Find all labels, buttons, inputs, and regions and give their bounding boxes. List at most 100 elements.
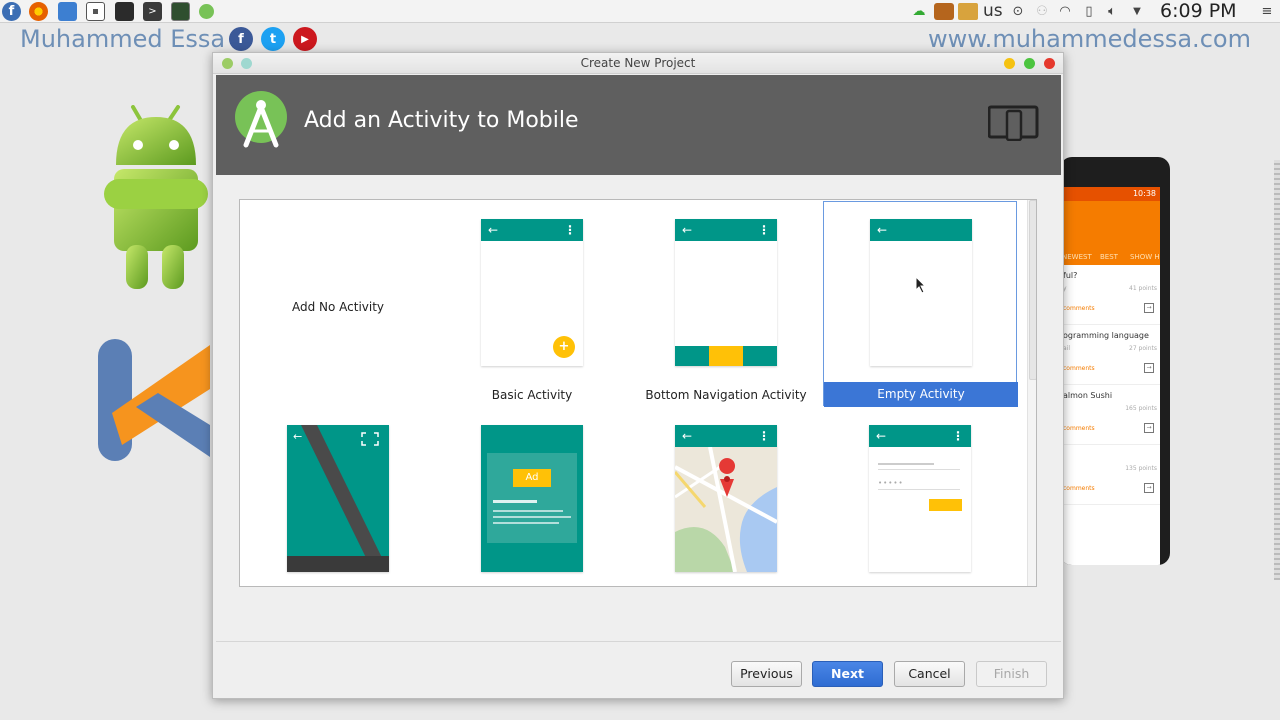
android-studio-icon[interactable] (199, 4, 214, 19)
share-icon: → (1144, 303, 1154, 313)
terminal-prompt-icon[interactable]: > (143, 2, 162, 21)
chevron-down-icon[interactable]: ▼ (1130, 3, 1144, 20)
back-arrow-icon: ← (682, 429, 693, 443)
activity-thumbnail: ← ⋮ + (481, 219, 583, 366)
tile-ad-activity[interactable]: Ad (435, 408, 629, 586)
tile-login-activity[interactable]: ← ⋮ ••••• (823, 408, 1017, 586)
cloud-sync-icon[interactable]: ☁ (910, 3, 928, 20)
system-monitor-icon[interactable] (171, 2, 190, 21)
facebook-icon: f (229, 27, 253, 51)
tile-add-no-activity[interactable]: Add No Activity (241, 202, 435, 407)
back-arrow-icon: ← (876, 429, 887, 443)
next-button[interactable]: Next (812, 661, 883, 687)
maximize-button[interactable] (1024, 58, 1035, 69)
android-mascot-image (104, 105, 208, 289)
footer-divider (216, 641, 1061, 642)
create-project-dialog: Create New Project Add an Activity to Mo… (212, 52, 1064, 699)
ad-badge: Ad (513, 469, 551, 487)
phone-screen: 10:38 NEWEST BEST SHOW H ful? y 41 point… (1060, 187, 1160, 565)
previous-button[interactable]: Previous (731, 661, 802, 687)
wifi-icon[interactable]: ◠ (1056, 3, 1074, 20)
k-logo-image (98, 339, 210, 461)
files-icon[interactable] (58, 2, 77, 21)
app-bar: ← (870, 219, 972, 241)
volume-icon[interactable]: 🔈︎ (1104, 3, 1120, 20)
activity-thumbnail: ← ⋮ (675, 425, 777, 572)
android-studio-logo-icon (235, 91, 287, 148)
tile-basic-activity[interactable]: ← ⋮ + Basic Activity (435, 202, 629, 407)
tile-label: Empty Activity (824, 382, 1018, 407)
screenshot-icon[interactable] (86, 2, 105, 21)
battery-icon[interactable]: ▯ (1082, 3, 1096, 20)
clock[interactable]: 6:09 PM (1160, 0, 1237, 23)
tile-fullscreen-activity[interactable]: ← (241, 408, 435, 586)
overflow-menu-icon: ⋮ (952, 429, 964, 443)
package-icon[interactable] (958, 3, 978, 20)
phone-item-sub: ail (1063, 345, 1071, 352)
tile-bottom-navigation-activity[interactable]: ← ⋮ Bottom Navigation Activity (629, 202, 823, 407)
phone-preview: 10:38 NEWEST BEST SHOW H ful? y 41 point… (1060, 157, 1170, 565)
phone-item-title: ogramming language (1063, 331, 1149, 340)
share-icon: → (1144, 363, 1154, 373)
phone-item-link: comments (1063, 485, 1095, 492)
phone-list-item: ful? y 41 points comments → (1060, 265, 1160, 325)
activity-thumbnail: ← ⋮ ••••• (869, 425, 971, 572)
phone-tab: NEWEST (1062, 253, 1092, 261)
svg-text:←: ← (293, 430, 302, 443)
firefox-icon[interactable] (29, 2, 48, 21)
fab-plus-icon: + (553, 336, 575, 358)
window-titlebar[interactable]: Create New Project (213, 53, 1063, 74)
activity-gallery: Add No Activity ← ⋮ + Basic Activity ← ⋮ (239, 199, 1037, 587)
phone-item-points: 135 points (1125, 465, 1157, 472)
channel-url: www.muhammedessa.com (928, 25, 1251, 53)
channel-name: Muhammed Essa (20, 25, 226, 53)
bottom-navigation-bar (675, 346, 777, 366)
overflow-menu-icon: ⋮ (758, 223, 770, 237)
dialog-header: Add an Activity to Mobile (216, 75, 1061, 175)
phone-item-points: 41 points (1129, 285, 1157, 292)
app-bar: ← ⋮ (481, 219, 583, 241)
gallery-scrollbar[interactable] (1027, 200, 1036, 586)
phone-app-bar: NEWEST BEST SHOW H (1060, 201, 1160, 265)
terminal-icon[interactable] (115, 2, 134, 21)
tile-maps-activity[interactable]: ← ⋮ (629, 408, 823, 586)
app-bar: ← ⋮ (675, 219, 777, 241)
overflow-menu-icon: ⋮ (758, 429, 770, 443)
share-icon: → (1144, 423, 1154, 433)
keyboard-layout-indicator[interactable]: us (983, 0, 1003, 23)
fedora-icon[interactable]: f (2, 2, 21, 21)
back-arrow-icon: ← (488, 223, 499, 237)
scrollbar-thumb[interactable] (1029, 200, 1036, 380)
close-button[interactable] (1044, 58, 1055, 69)
users-icon[interactable]: ⚇ (1034, 3, 1050, 20)
youtube-icon: ▶ (293, 27, 317, 51)
page-title: Add an Activity to Mobile (304, 108, 579, 133)
activity-thumbnail: ← ⋮ (675, 219, 777, 366)
share-icon: → (1144, 483, 1154, 493)
ad-card: Ad (487, 453, 577, 543)
tile-label: Add No Activity (291, 300, 385, 314)
login-field-line (878, 469, 960, 470)
app-avatar-icon[interactable] (934, 3, 954, 20)
cancel-button[interactable]: Cancel (894, 661, 965, 687)
tile-label: Basic Activity (491, 388, 573, 402)
phone-list-item: 135 points comments → (1060, 445, 1160, 505)
phone-tab: SHOW H (1130, 253, 1160, 261)
phone-item-link: comments (1063, 425, 1095, 432)
tile-empty-activity[interactable]: ← Empty Activity (823, 201, 1018, 407)
ad-text-line (493, 516, 571, 518)
login-field-line (878, 489, 960, 490)
login-password-dots: ••••• (878, 479, 904, 487)
fullscreen-preview: ← (287, 425, 389, 572)
ad-text-line (493, 500, 537, 503)
app-bar: ← ⋮ (675, 425, 777, 447)
phone-list-item: ogramming language ail 27 points comment… (1060, 325, 1160, 385)
minimize-button[interactable] (1004, 58, 1015, 69)
ad-text-line (493, 510, 563, 512)
menu-icon[interactable]: ≡ (1258, 3, 1276, 20)
background-window-edge (1274, 160, 1280, 580)
phone-list-item: almon Sushi 165 points comments → (1060, 385, 1160, 445)
accessibility-icon[interactable]: ⊙ (1010, 3, 1026, 20)
back-arrow-icon: ← (877, 223, 888, 237)
finish-button[interactable]: Finish (976, 661, 1047, 687)
